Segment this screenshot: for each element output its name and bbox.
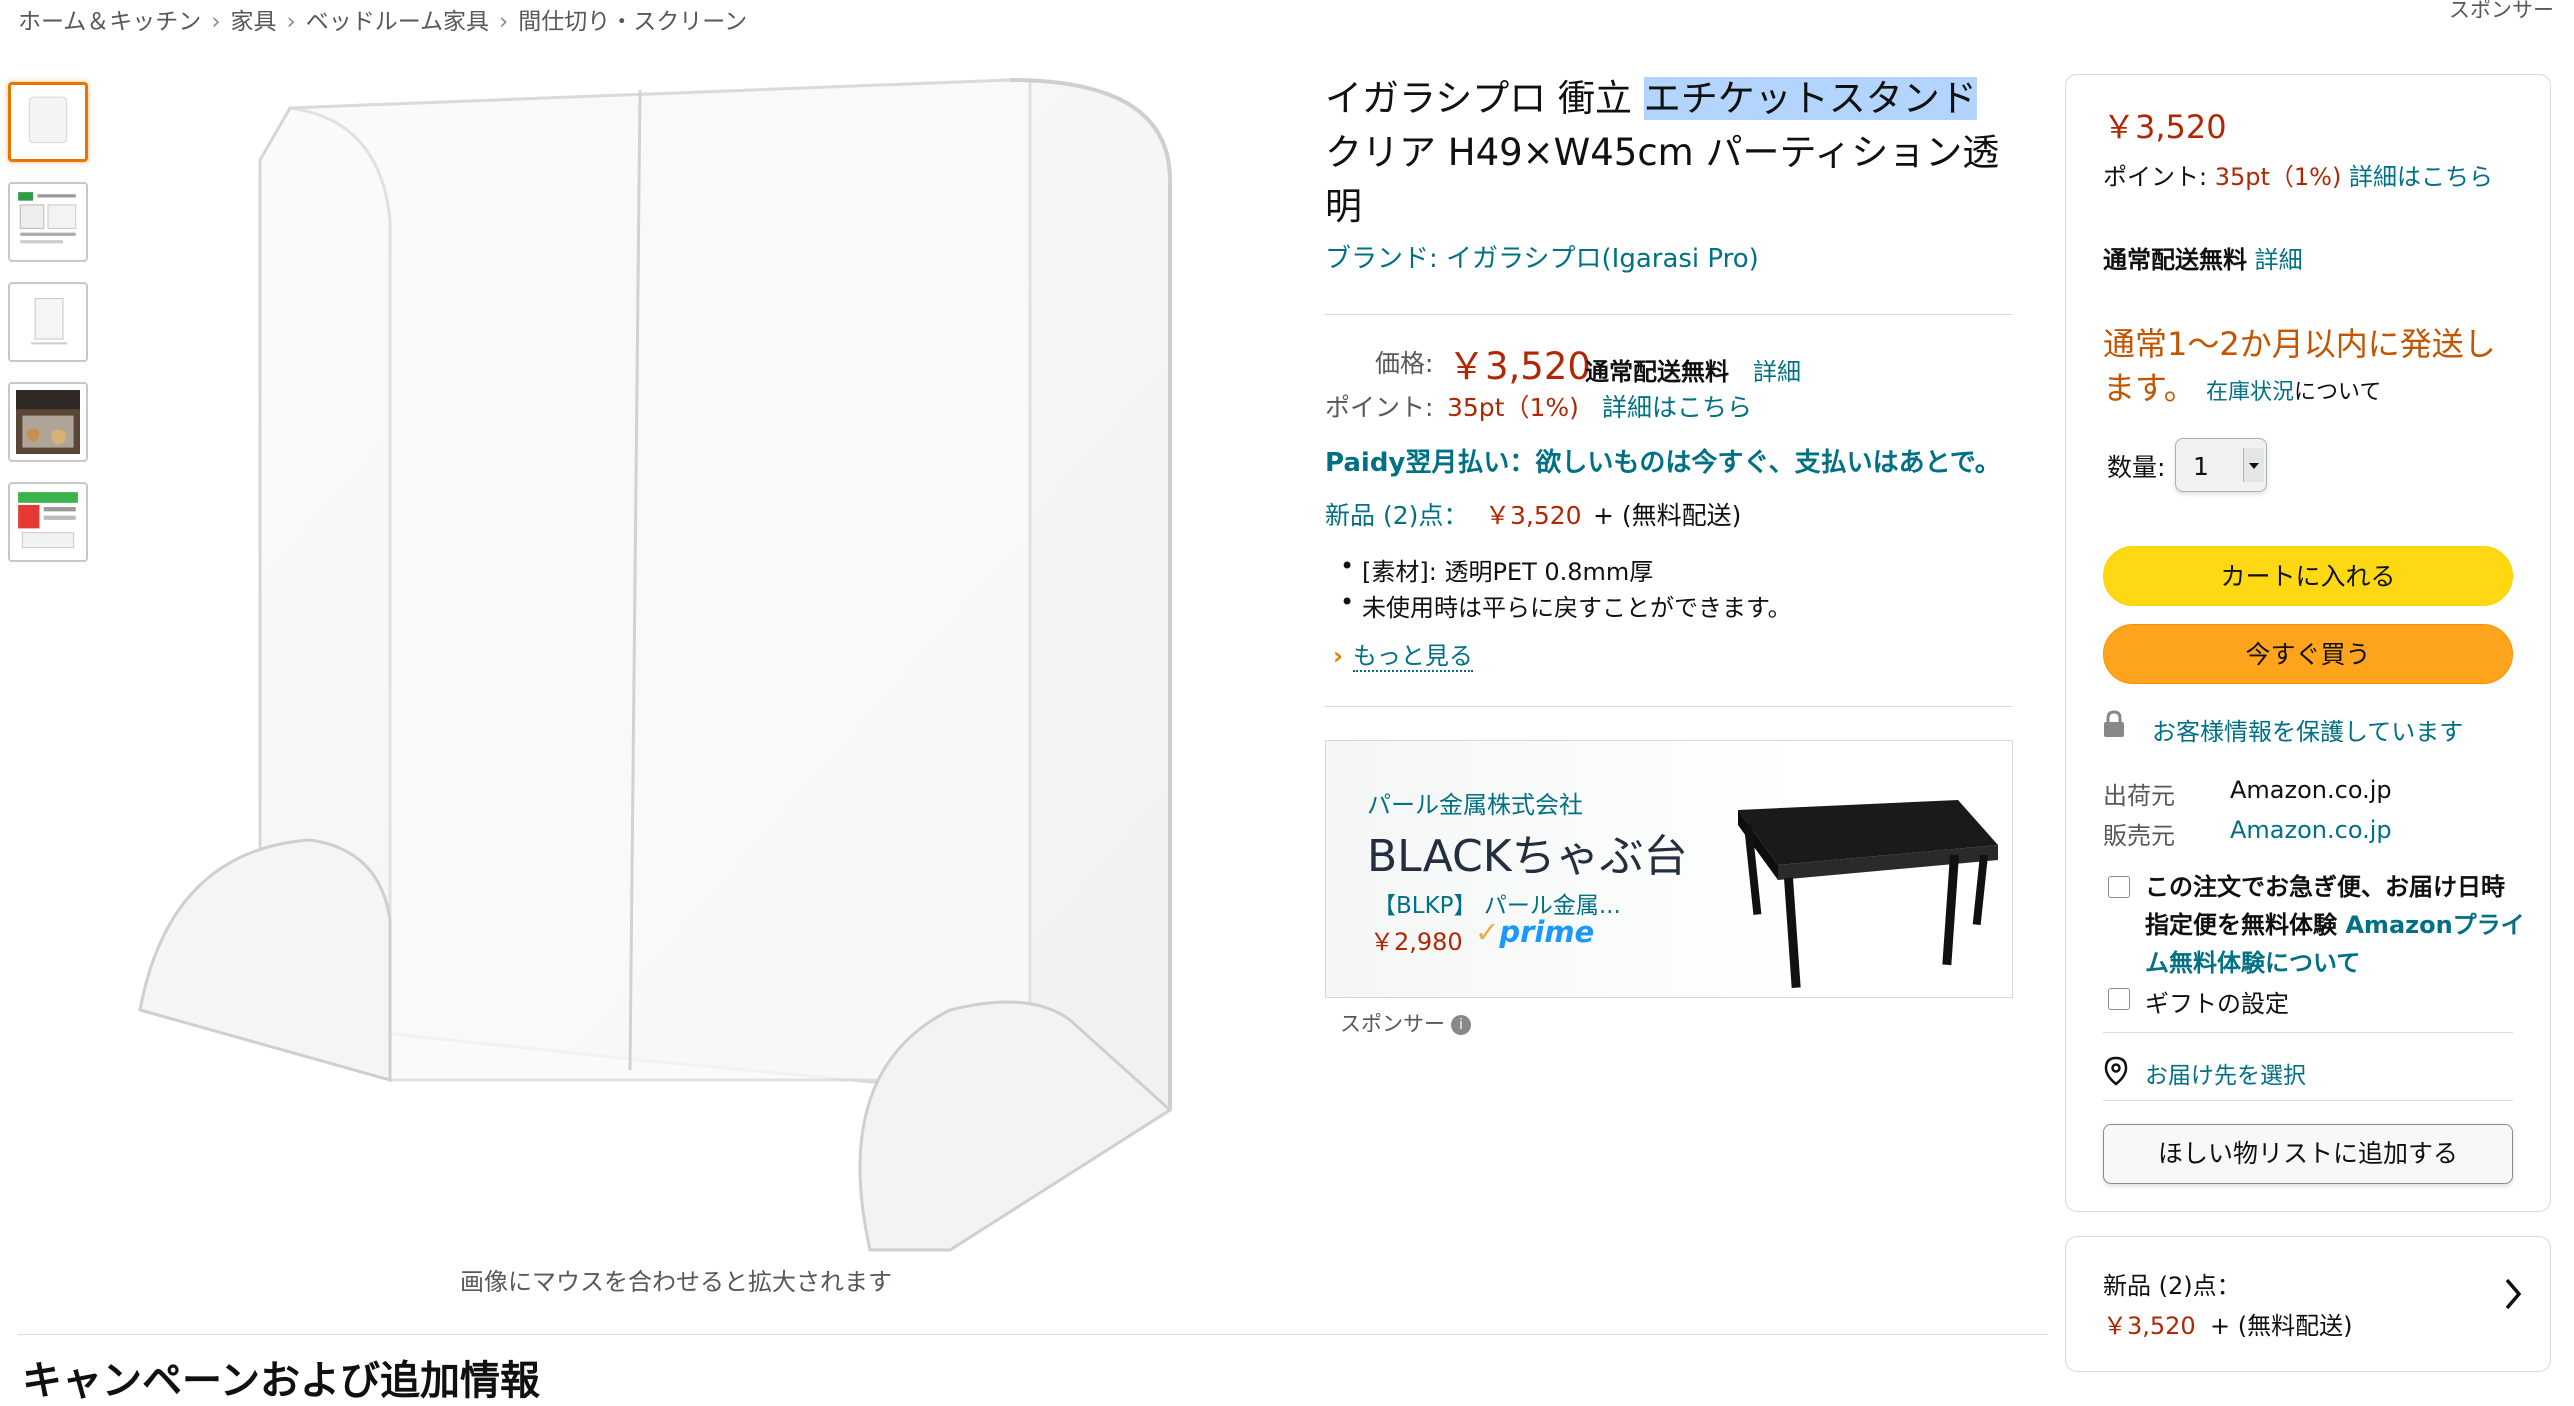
thumbnail-4[interactable] xyxy=(8,382,88,462)
thumbnail-1[interactable] xyxy=(8,82,88,162)
gift-checkbox[interactable] xyxy=(2108,988,2130,1010)
breadcrumb-item-partitions[interactable]: 間仕切り・スクリーン xyxy=(518,9,747,35)
promo-thumbnail-image xyxy=(18,492,78,549)
new-offers-shipping: + (無料配送) xyxy=(1593,501,1742,530)
ad-title[interactable]: BLACKちゃぶ台 xyxy=(1367,820,1688,884)
points-value: 35pt（1%) xyxy=(1447,393,1579,422)
add-to-wishlist-button[interactable]: ほしい物リストに追加する xyxy=(2103,1124,2513,1184)
zoom-hint: 画像にマウスを合わせると拡大されます xyxy=(460,1268,892,1296)
divider xyxy=(18,1334,2048,1335)
other-sellers-count: 新品 (2)点： xyxy=(2103,1272,2241,1300)
see-more-label: もっと見る xyxy=(1352,642,1473,672)
express-trial-checkbox[interactable] xyxy=(2108,876,2130,898)
select-address-link[interactable]: お届け先を選択 xyxy=(2145,1056,2306,1090)
product-title-part2: クリア H49×W45cm パーティション透明 xyxy=(1325,131,2000,228)
breadcrumb-separator: › xyxy=(286,9,296,35)
divider xyxy=(2103,1032,2513,1033)
breadcrumb: ホーム＆キッチン › 家具 › ベッドルーム家具 › 間仕切り・スクリーン xyxy=(18,2,747,36)
buy-now-button[interactable]: 今すぐ買う xyxy=(2103,624,2513,684)
stock-status-link[interactable]: 在庫状況 xyxy=(2206,380,2294,405)
prime-check-icon: ✓ xyxy=(1475,915,1500,949)
brand-link[interactable]: ブランド: イガラシプロ(Igarasi Pro) xyxy=(1325,238,1759,275)
breadcrumb-item-home-kitchen[interactable]: ホーム＆キッチン xyxy=(18,9,201,35)
free-shipping-label: 通常配送無料 xyxy=(1585,358,1729,386)
ad-seller[interactable]: パール金属株式会社 xyxy=(1367,785,1583,820)
breadcrumb-separator: › xyxy=(499,9,509,35)
paidy-promo-link[interactable]: Paidy翌月払い：欲しいものは今すぐ、支払いはあとで。 xyxy=(1325,442,2001,479)
product-title-highlight: エチケットスタンド xyxy=(1643,77,1977,120)
chevron-right-icon[interactable] xyxy=(2503,1276,2523,1312)
price-label: 価格: xyxy=(1375,349,1434,378)
table-product-image[interactable] xyxy=(1718,770,2000,990)
breadcrumb-item-bedroom-furniture[interactable]: ベッドルーム家具 xyxy=(306,9,489,35)
ships-from-value: Amazon.co.jp xyxy=(2230,776,2392,804)
other-sellers-box[interactable] xyxy=(2065,1236,2551,1372)
chevron-down-icon[interactable] xyxy=(2243,448,2264,482)
prime-label: prime xyxy=(1499,915,1595,949)
quantity-value: 1 xyxy=(2193,452,2209,481)
divider xyxy=(1325,706,2013,707)
points-label: ポイント: xyxy=(1325,393,1434,422)
campaign-heading: キャンペーンおよび追加情報 xyxy=(22,1358,540,1404)
sold-by-link[interactable]: Amazon.co.jp xyxy=(2230,816,2392,844)
buybox-free-shipping: 通常配送無料 xyxy=(2103,246,2247,274)
prime-badge: ✓prime xyxy=(1475,915,1594,949)
buybox-points-label: ポイント: xyxy=(2103,163,2215,191)
sold-by-label: 販売元 xyxy=(2103,822,2175,850)
buybox-shipping-detail-link[interactable]: 詳細 xyxy=(2255,246,2303,274)
buybox-price: ￥3,520 xyxy=(2103,108,2227,146)
buybox-shipping: 通常配送無料 詳細 xyxy=(2103,240,2303,275)
stock-status-suffix: について xyxy=(2294,380,2382,405)
feature-bullet-text: 未使用時は平らに戻すことができます。 xyxy=(1362,594,1792,622)
buybox-points-value: 35pt（1%) xyxy=(2214,163,2342,191)
location-pin-icon xyxy=(2104,1056,2128,1086)
quantity-label: 数量: xyxy=(2107,453,2166,482)
feature-bullet: [素材]: 透明PET 0.8mm厚 xyxy=(1340,552,1653,587)
buybox-points-link[interactable]: 詳細はこちら xyxy=(2349,163,2493,191)
product-title-part1: イガラシプロ 衝立 xyxy=(1325,77,1644,120)
lock-icon xyxy=(2104,710,2124,737)
infographic-thumbnail-image xyxy=(18,192,77,244)
shipping-detail-link[interactable]: 詳細 xyxy=(1753,352,1801,387)
see-more-link[interactable]: › もっと見る xyxy=(1333,636,1473,672)
price-value: ￥3,520 xyxy=(1448,345,1591,388)
other-sellers-shipping: + (無料配送) xyxy=(2210,1312,2353,1340)
express-trial-text: この注文でお急ぎ便、お届け日時指定便を無料体験 Amazonプライム無料体験につ… xyxy=(2145,868,2525,982)
add-to-cart-button[interactable]: カートに入れる xyxy=(2103,546,2513,606)
partition-thumbnail-image xyxy=(28,96,68,144)
restaurant-photo-thumbnail-image xyxy=(16,390,80,454)
ships-from-label: 出荷元 xyxy=(2103,782,2175,810)
breadcrumb-separator: › xyxy=(211,9,221,35)
divider xyxy=(2103,1100,2513,1101)
new-offers-link[interactable]: 新品 (2)点： xyxy=(1325,496,1468,532)
secure-transaction-link[interactable]: お客様情報を保護しています xyxy=(2152,712,2463,747)
sponsor-label-text: スポンサー xyxy=(1340,1012,1445,1036)
product-title: イガラシプロ 衝立 エチケットスタンドクリア H49×W45cm パーティション… xyxy=(1325,72,2025,234)
gift-label: ギフトの設定 xyxy=(2145,990,2289,1018)
new-offers-price: ￥3,520 xyxy=(1485,501,1582,530)
partition-side-thumbnail-image xyxy=(30,298,68,345)
info-icon[interactable]: i xyxy=(1451,1015,1471,1035)
thumbnail-2[interactable] xyxy=(8,182,88,262)
divider xyxy=(1325,314,2013,315)
buybox-points: ポイント: 35pt（1%) 詳細はこちら xyxy=(2103,158,2523,196)
thumbnail-5[interactable] xyxy=(8,482,88,562)
sponsor-label: スポンサー i xyxy=(1340,1008,1471,1038)
breadcrumb-item-furniture[interactable]: 家具 xyxy=(231,9,277,35)
points-detail-link[interactable]: 詳細はこちら xyxy=(1602,388,1752,424)
chevron-right-icon: › xyxy=(1333,642,1343,670)
thumbnail-3[interactable] xyxy=(8,282,88,362)
product-main-image[interactable] xyxy=(110,60,1280,1260)
other-sellers-price: ￥3,520 xyxy=(2103,1312,2196,1340)
ad-price: ￥2,980 xyxy=(1370,928,1463,956)
feature-bullet: 未使用時は平らに戻すことができます。 xyxy=(1340,588,1792,623)
delivery-estimate: 通常1〜2か月以内に発送します。 在庫状況について xyxy=(2103,322,2523,415)
sponsor-label-top: スポンサー xyxy=(2449,0,2554,22)
feature-bullet-text: [素材]: 透明PET 0.8mm厚 xyxy=(1362,558,1654,586)
